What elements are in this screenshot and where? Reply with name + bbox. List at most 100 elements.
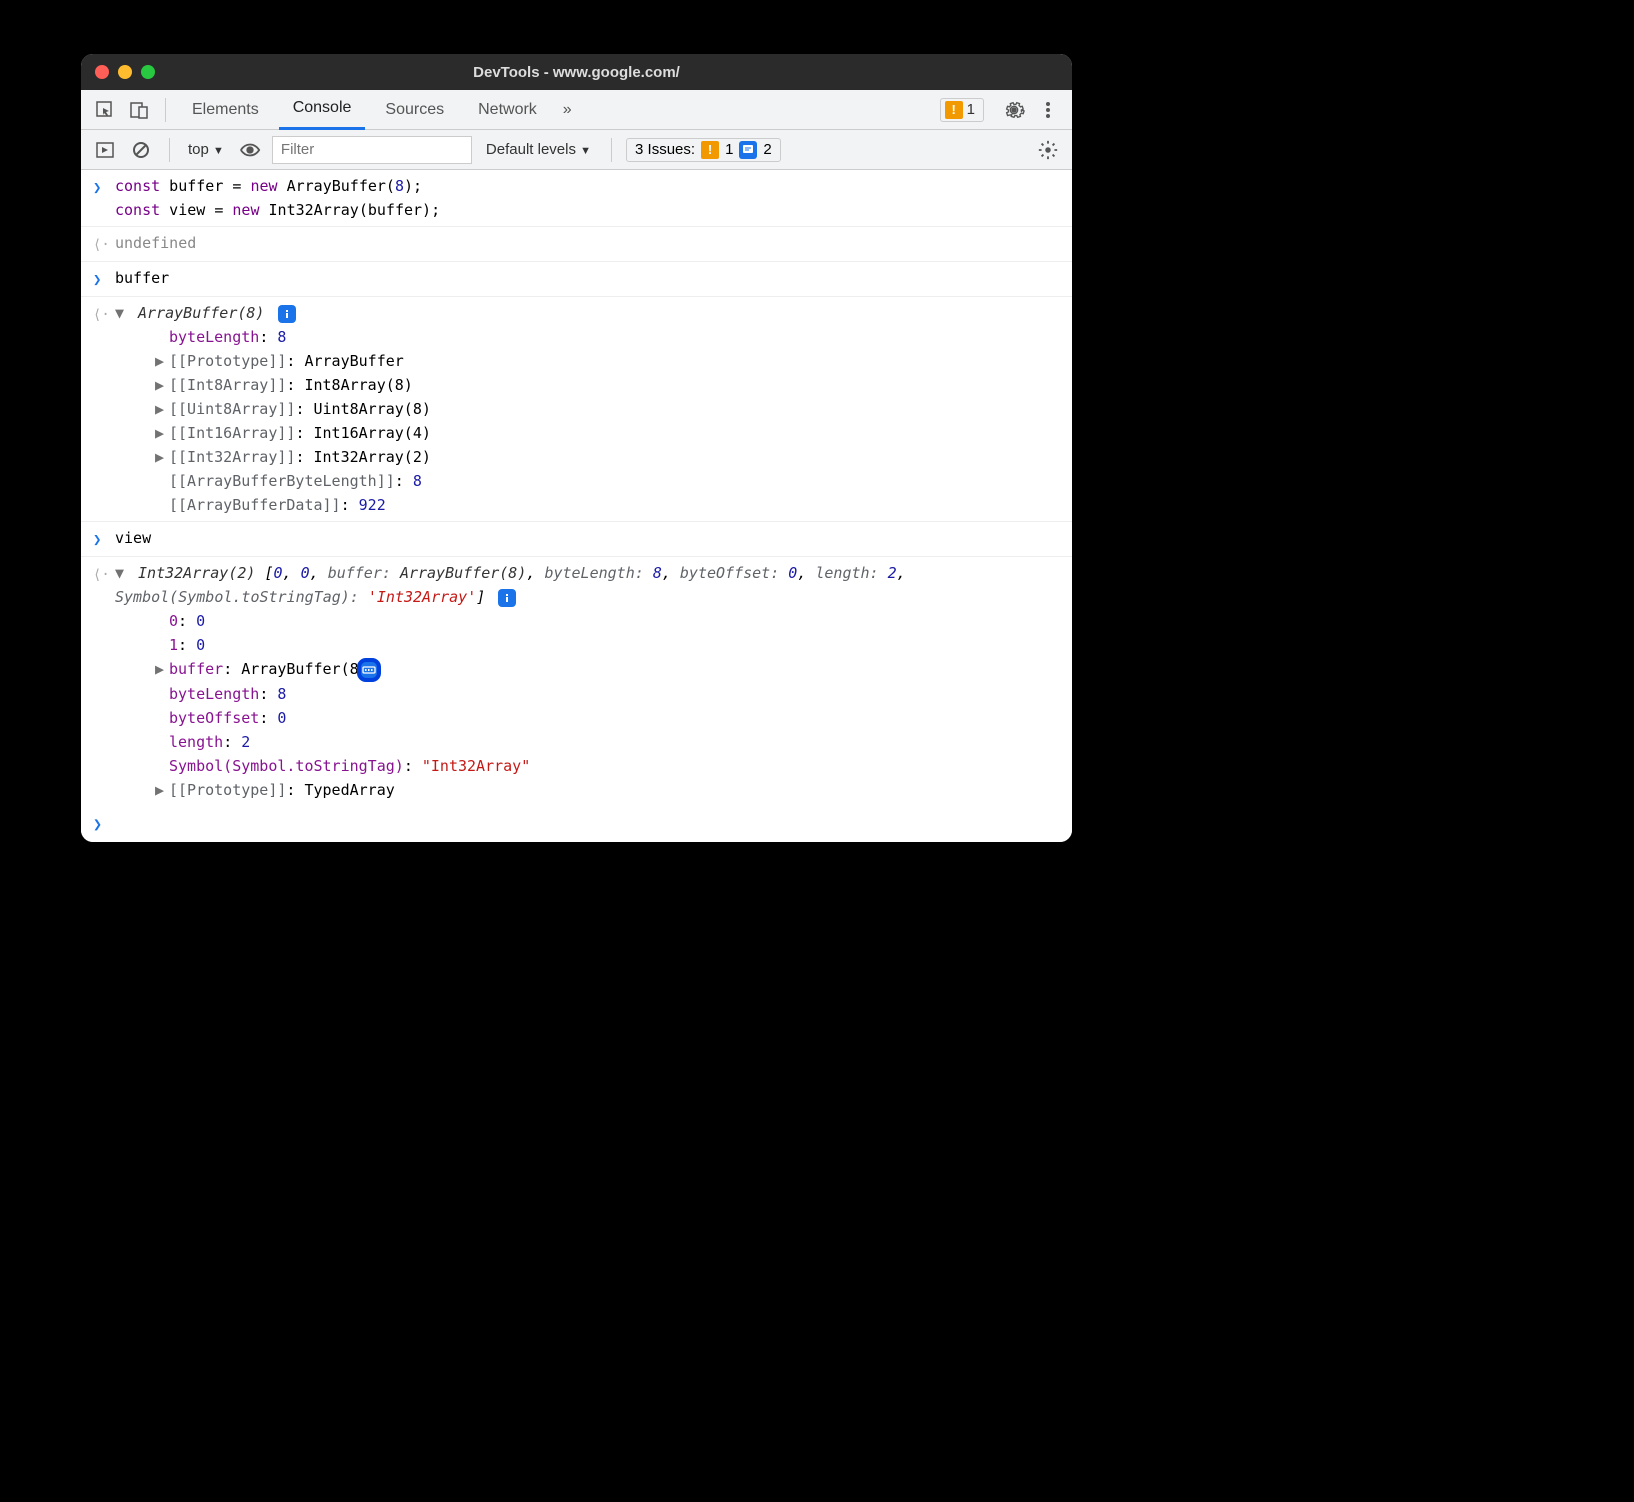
expand-caret-icon[interactable]: ▶	[155, 349, 169, 373]
object-property[interactable]: byteLength: 8	[115, 682, 1060, 706]
property-value: ArrayBuffer(8	[241, 660, 358, 678]
info-issue-icon	[739, 141, 757, 159]
property-value: 922	[359, 496, 386, 514]
tab-console[interactable]: Console	[279, 90, 366, 130]
object-property[interactable]: ▶[[Prototype]]: TypedArray	[115, 778, 1060, 802]
minimize-window-button[interactable]	[118, 65, 132, 79]
property-value: TypedArray	[304, 781, 394, 799]
tab-sources[interactable]: Sources	[371, 90, 458, 130]
console-input-row[interactable]: ❯ const buffer = new ArrayBuffer(8); con…	[81, 170, 1072, 227]
property-key: byteLength	[169, 685, 259, 703]
console-output-row: ⟨· undefined	[81, 227, 1072, 262]
property-key: 1	[169, 636, 178, 654]
object-property[interactable]: [[ArrayBufferData]]: 922	[115, 493, 1060, 517]
property-value: Int32Array(2)	[314, 448, 431, 466]
console-output-row: ⟨· ▼ ArrayBuffer(8) byteLength: 8▶[[Prot…	[81, 297, 1072, 522]
tabs-overflow[interactable]: »	[557, 90, 578, 130]
tab-elements[interactable]: Elements	[178, 90, 273, 130]
maximize-window-button[interactable]	[141, 65, 155, 79]
expand-caret-icon[interactable]: ▼	[115, 301, 129, 325]
info-icon[interactable]	[498, 589, 516, 607]
output-chevron-icon: ⟨·	[93, 561, 115, 587]
live-expression-icon[interactable]	[236, 136, 264, 164]
property-value: Int16Array(4)	[314, 424, 431, 442]
object-property[interactable]: byteLength: 8	[115, 325, 1060, 349]
object-property[interactable]: 1: 0	[115, 633, 1060, 657]
property-value: 8	[277, 328, 286, 346]
context-selector[interactable]: top ▼	[184, 139, 228, 160]
property-value: Uint8Array(8)	[314, 400, 431, 418]
property-key: [[Int32Array]]	[169, 448, 295, 466]
property-value: 8	[277, 685, 286, 703]
property-value: Int8Array(8)	[304, 376, 412, 394]
object-summary[interactable]: ▼ ArrayBuffer(8)	[115, 301, 1060, 325]
divider	[165, 98, 166, 122]
top-issues-badge[interactable]: ! 1	[940, 98, 984, 122]
traffic-lights	[95, 65, 155, 79]
memory-icon[interactable]	[357, 658, 381, 682]
property-key: [[Uint8Array]]	[169, 400, 295, 418]
device-toggle-icon[interactable]	[125, 96, 153, 124]
console-prompt[interactable]: ❯	[81, 806, 1072, 842]
issues-summary[interactable]: 3 Issues: ! 1 2	[626, 138, 781, 162]
code-line: const buffer = new ArrayBuffer(8); const…	[115, 174, 1060, 222]
expand-caret-icon[interactable]: ▶	[155, 657, 169, 681]
titlebar: DevTools - www.google.com/	[81, 54, 1072, 90]
object-property[interactable]: Symbol(Symbol.toStringTag): "Int32Array"	[115, 754, 1060, 778]
input-chevron-icon: ❯	[93, 526, 115, 552]
console-body: ❯ const buffer = new ArrayBuffer(8); con…	[81, 170, 1072, 842]
property-key: buffer	[169, 660, 223, 678]
log-levels-selector[interactable]: Default levels ▼	[480, 141, 597, 158]
property-key: [[ArrayBufferData]]	[169, 496, 341, 514]
devtools-window: DevTools - www.google.com/ Elements Cons…	[81, 54, 1072, 842]
filter-input[interactable]	[272, 136, 472, 164]
clear-console-icon[interactable]	[127, 136, 155, 164]
code-line: buffer	[115, 266, 1060, 290]
property-value: 2	[241, 733, 250, 751]
object-property[interactable]: 0: 0	[115, 609, 1060, 633]
object-property[interactable]: ▶[[Uint8Array]]: Uint8Array(8)	[115, 397, 1060, 421]
property-value: 8	[413, 472, 422, 490]
object-property[interactable]: ▶[[Int8Array]]: Int8Array(8)	[115, 373, 1060, 397]
property-value: "Int32Array"	[422, 757, 530, 775]
expand-caret-icon[interactable]: ▶	[155, 397, 169, 421]
warning-icon: !	[701, 141, 719, 159]
output-chevron-icon: ⟨·	[93, 301, 115, 327]
expand-caret-icon[interactable]: ▶	[155, 421, 169, 445]
console-settings-icon[interactable]	[1034, 136, 1062, 164]
object-property[interactable]: ▶[[Prototype]]: ArrayBuffer	[115, 349, 1060, 373]
console-input-row[interactable]: ❯ view	[81, 522, 1072, 557]
expand-caret-icon[interactable]: ▶	[155, 373, 169, 397]
console-output-row: ⟨· ▼ Int32Array(2) [0, 0, buffer: ArrayB…	[81, 557, 1072, 806]
expand-caret-icon[interactable]: ▶	[155, 445, 169, 469]
main-tabbar: Elements Console Sources Network » ! 1	[81, 90, 1072, 130]
object-property[interactable]: length: 2	[115, 730, 1060, 754]
issues-warn-count: 1	[725, 141, 733, 158]
sidebar-toggle-icon[interactable]	[91, 136, 119, 164]
window-title: DevTools - www.google.com/	[81, 64, 1072, 81]
inspect-icon[interactable]	[91, 96, 119, 124]
settings-icon[interactable]	[1000, 96, 1028, 124]
property-key: byteLength	[169, 328, 259, 346]
object-property[interactable]: ▶[[Int32Array]]: Int32Array(2)	[115, 445, 1060, 469]
object-property[interactable]: byteOffset: 0	[115, 706, 1060, 730]
object-summary[interactable]: ▼ Int32Array(2) [0, 0, buffer: ArrayBuff…	[115, 561, 1060, 609]
divider	[611, 138, 612, 162]
property-key: length	[169, 733, 223, 751]
warning-icon: !	[945, 101, 963, 119]
input-chevron-icon: ❯	[93, 266, 115, 292]
input-chevron-icon: ❯	[93, 174, 115, 200]
info-icon[interactable]	[278, 305, 296, 323]
close-window-button[interactable]	[95, 65, 109, 79]
expand-caret-icon[interactable]: ▼	[115, 561, 129, 585]
code-line: view	[115, 526, 1060, 550]
expand-caret-icon[interactable]: ▶	[155, 778, 169, 802]
output-chevron-icon: ⟨·	[93, 231, 115, 257]
divider	[169, 138, 170, 162]
object-property[interactable]: ▶[[Int16Array]]: Int16Array(4)	[115, 421, 1060, 445]
console-input-row[interactable]: ❯ buffer	[81, 262, 1072, 297]
tab-network[interactable]: Network	[464, 90, 551, 130]
more-icon[interactable]	[1034, 96, 1062, 124]
object-property[interactable]: ▶buffer: ArrayBuffer(8	[115, 657, 1060, 682]
object-property[interactable]: [[ArrayBufferByteLength]]: 8	[115, 469, 1060, 493]
